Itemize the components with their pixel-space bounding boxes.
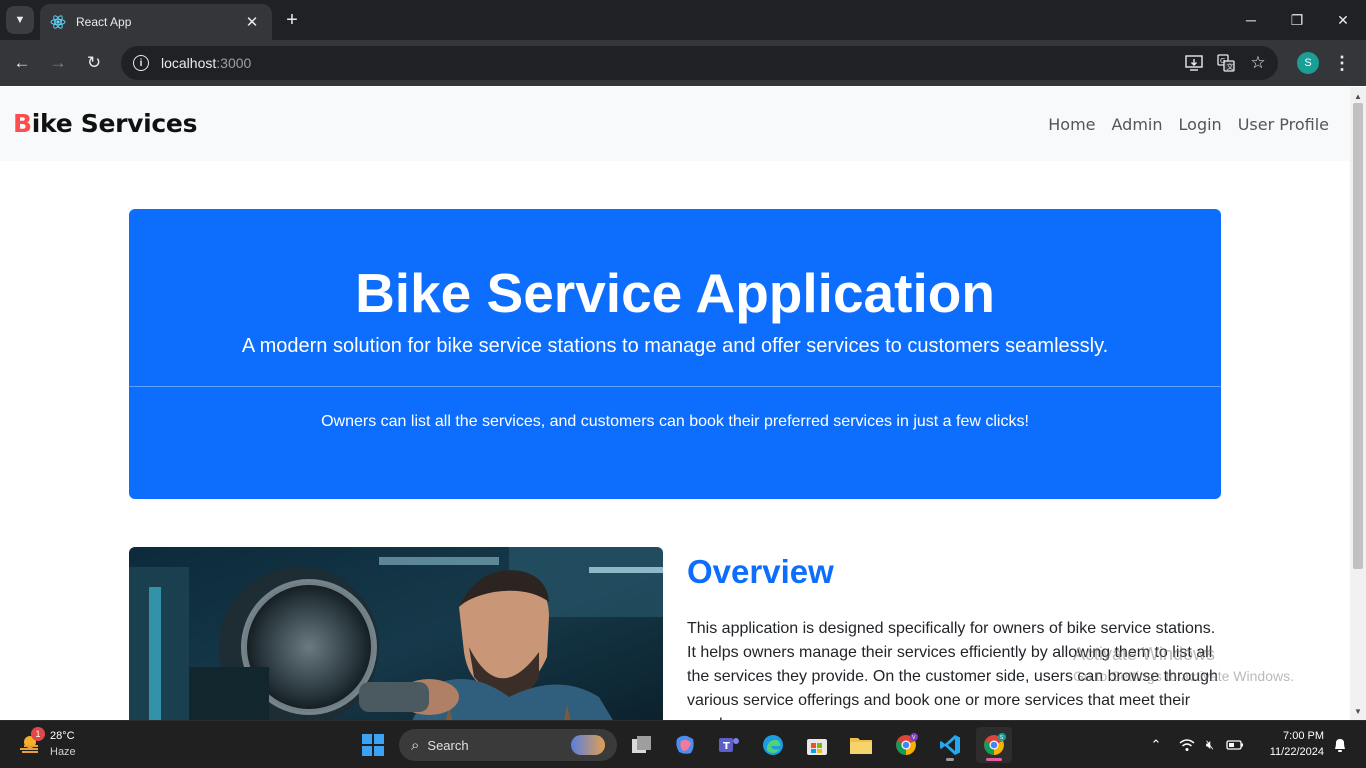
- nav-link-login[interactable]: Login: [1179, 115, 1222, 134]
- weather-condition[interactable]: Haze: [50, 746, 76, 758]
- chrome-profile-s-icon[interactable]: S: [976, 727, 1012, 763]
- clock-date[interactable]: 11/22/2024: [1252, 746, 1324, 758]
- back-arrow-icon[interactable]: ←: [8, 49, 36, 77]
- window-close-icon[interactable]: ✕: [1320, 0, 1366, 40]
- brand-text: ike Services: [31, 109, 198, 138]
- overview-heading: Overview: [687, 553, 834, 590]
- browser-toolbar: ← → ↻ i localhost:3000 G文 ☆ S ⋮: [0, 40, 1366, 86]
- translate-icon[interactable]: G文: [1217, 54, 1235, 72]
- site-navbar: Bike Services Home Admin Login User Prof…: [0, 87, 1350, 161]
- vscode-icon[interactable]: [932, 727, 968, 763]
- brand-initial: B: [13, 109, 32, 138]
- windows-taskbar: 1 28°C Haze ⌕ Search T V S ⌃ 🔇︎ 7:00 PM …: [0, 720, 1366, 768]
- vscode-running-indicator: [946, 758, 954, 761]
- nav-link-user-profile[interactable]: User Profile: [1238, 115, 1329, 134]
- bookmark-star-icon[interactable]: ☆: [1249, 53, 1267, 72]
- scroll-down-icon[interactable]: ▼: [1350, 704, 1366, 718]
- nav-link-home[interactable]: Home: [1048, 115, 1095, 134]
- task-view-icon[interactable]: [624, 727, 660, 763]
- svg-text:V: V: [912, 735, 916, 741]
- svg-text:T: T: [723, 741, 730, 752]
- search-highlight-icon: [571, 735, 605, 755]
- install-app-icon[interactable]: [1185, 54, 1203, 72]
- brand-logo[interactable]: Bike Services: [13, 109, 197, 138]
- teams-icon[interactable]: T: [710, 727, 746, 763]
- weather-temperature[interactable]: 28°C: [50, 730, 75, 742]
- new-tab-plus-icon[interactable]: +: [280, 8, 304, 32]
- svg-text:S: S: [1000, 735, 1003, 741]
- url-host: localhost: [161, 55, 217, 71]
- site-info-icon[interactable]: i: [133, 55, 149, 71]
- wifi-icon[interactable]: [1177, 735, 1197, 755]
- browser-tab-strip: ▼ React App ✕ + ─ ❐ ✕: [0, 0, 1366, 40]
- microsoft-store-icon[interactable]: [799, 727, 835, 763]
- clock-time[interactable]: 7:00 PM: [1262, 730, 1324, 742]
- search-icon: ⌕: [411, 736, 420, 754]
- hero-banner: Bike Service Application A modern soluti…: [129, 209, 1221, 499]
- scroll-up-icon[interactable]: ▲: [1350, 89, 1366, 103]
- browser-menu-icon[interactable]: ⋮: [1332, 51, 1352, 75]
- chrome-active-indicator: [986, 758, 1002, 761]
- address-bar[interactable]: i localhost:3000 G文 ☆: [121, 46, 1278, 80]
- battery-icon[interactable]: [1225, 735, 1245, 755]
- profile-avatar[interactable]: S: [1297, 52, 1319, 74]
- forward-arrow-icon[interactable]: →: [44, 49, 72, 77]
- hero-text: Owners can list all the services, and cu…: [321, 413, 1029, 430]
- taskbar-search-label: Search: [427, 737, 469, 753]
- svg-text:G: G: [1220, 57, 1225, 65]
- page-viewport: Bike Services Home Admin Login User Prof…: [0, 87, 1350, 720]
- reload-icon[interactable]: ↻: [80, 49, 108, 77]
- tab-title: React App: [76, 15, 132, 29]
- tab-close-icon[interactable]: ✕: [242, 13, 262, 31]
- taskbar-search-box[interactable]: ⌕ Search: [399, 729, 617, 761]
- hero-lead: A modern solution for bike service stati…: [241, 335, 1109, 357]
- activate-windows-title: Activate Windows: [1073, 644, 1216, 664]
- volume-muted-icon[interactable]: 🔇︎: [1200, 735, 1220, 755]
- notifications-icon[interactable]: [1330, 735, 1350, 755]
- file-explorer-icon[interactable]: [843, 727, 879, 763]
- windows-start-icon[interactable]: [355, 727, 391, 763]
- hero-divider: [129, 386, 1221, 387]
- show-hidden-icons-chevron-icon[interactable]: ⌃: [1146, 735, 1166, 755]
- react-favicon-icon: [50, 14, 66, 30]
- minimize-icon[interactable]: ─: [1228, 0, 1274, 40]
- nav-links: Home Admin Login User Profile: [1048, 115, 1329, 134]
- svg-text:文: 文: [1227, 62, 1234, 71]
- browser-tab[interactable]: React App ✕: [40, 4, 272, 40]
- nav-link-admin[interactable]: Admin: [1112, 115, 1163, 134]
- weather-badge: 1: [31, 727, 45, 741]
- copilot-icon[interactable]: [667, 727, 703, 763]
- mechanic-photo: [129, 547, 663, 720]
- restore-icon[interactable]: ❐: [1274, 0, 1320, 40]
- activate-windows-sub: Go to Settings to activate Windows.: [1073, 668, 1294, 684]
- edge-icon[interactable]: [755, 727, 791, 763]
- page-scrollbar[interactable]: ▲ ▼: [1350, 87, 1366, 720]
- scroll-thumb[interactable]: [1353, 103, 1363, 569]
- chrome-profile-v-icon[interactable]: V: [888, 727, 924, 763]
- tab-search-chevron-icon[interactable]: ▼: [6, 6, 34, 34]
- url-port: :3000: [216, 55, 252, 71]
- hero-title: Bike Service Application: [355, 262, 995, 324]
